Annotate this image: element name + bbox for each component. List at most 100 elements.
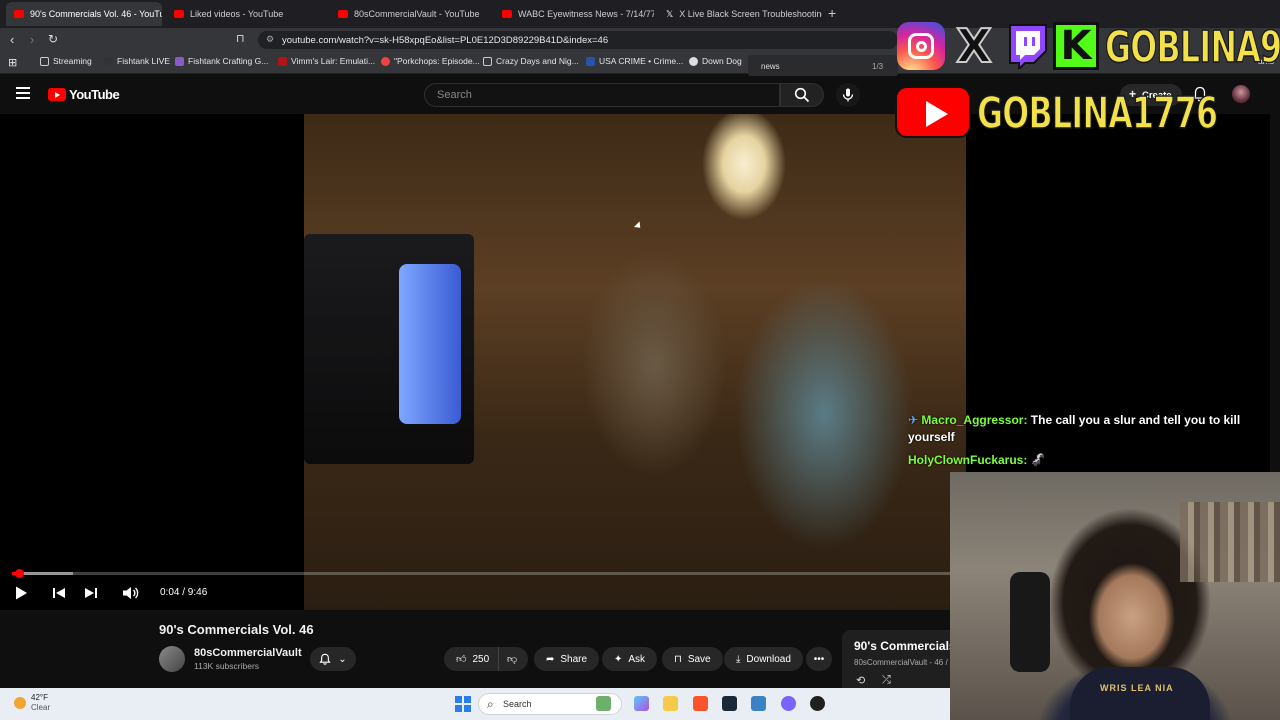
search-button[interactable]	[780, 83, 824, 107]
search-input[interactable]: Search	[424, 83, 780, 107]
reload-icon[interactable]: ↻	[48, 32, 58, 46]
bookmark-vimms-lair[interactable]: Vimm's Lair: Emulati...	[278, 56, 375, 66]
chat-message: ✈ Macro_Aggressor: The call you a slur a…	[908, 412, 1253, 446]
steam-icon[interactable]	[722, 696, 737, 711]
shirt-text: WRIS LEA NIA	[1100, 683, 1174, 693]
ask-label: Ask	[628, 653, 646, 665]
find-in-page-bar[interactable]: news 1/3	[748, 55, 898, 77]
bookmark-icon[interactable]: ⊓	[236, 32, 245, 45]
search-highlight-icon	[596, 696, 611, 711]
youtube-favicon-icon	[14, 10, 24, 18]
temperature: 42°F	[31, 693, 48, 702]
like-button[interactable]: 👍︎ 250	[444, 647, 498, 671]
x-favicon-icon: 𝕏	[666, 8, 674, 19]
share-button[interactable]: ➦ Share	[534, 647, 600, 671]
next-icon	[85, 588, 97, 598]
scrubber-handle[interactable]	[14, 569, 24, 578]
weather-sun-icon	[14, 697, 26, 709]
copilot-icon[interactable]	[634, 696, 649, 711]
video-title: 90's Commercials Vol. 46	[159, 622, 314, 637]
download-button[interactable]: ⤓ Download	[724, 647, 803, 671]
fishtank-icon	[104, 56, 113, 66]
new-tab-button[interactable]: +	[828, 5, 836, 21]
site-icon	[175, 56, 184, 66]
subscription-bell-button[interactable]: ⌄	[310, 647, 356, 671]
next-button[interactable]	[84, 585, 98, 605]
voice-search-button[interactable]	[836, 83, 860, 107]
url-field[interactable]: ⚙ youtube.com/watch?v=sk-H58xpqEo&list=P…	[258, 31, 898, 49]
instagram-icon	[897, 22, 945, 70]
progress-bar[interactable]	[12, 569, 950, 578]
apps-grid-icon[interactable]: ⊞	[8, 56, 17, 69]
weather-text: 42°F Clear	[31, 693, 50, 713]
ask-button[interactable]: ✦ Ask	[602, 647, 658, 671]
youtube-logo[interactable]: YouTube	[48, 87, 120, 102]
download-label: Download	[746, 653, 791, 665]
site-icon	[689, 56, 698, 66]
tab-80s-commercial-vault[interactable]: 80sCommercialVault - YouTube	[330, 2, 490, 26]
bookmark-crazy-days[interactable]: Crazy Days and Nig...	[483, 56, 579, 66]
site-icon	[586, 56, 595, 66]
volume-button[interactable]	[122, 585, 140, 605]
obs-icon[interactable]	[810, 696, 825, 711]
tab-90s-commercials[interactable]: 90's Commercials Vol. 46 - YouTu ✕	[6, 2, 162, 26]
twitch-icon	[1003, 22, 1049, 70]
stream-chat-overlay: ✈ Macro_Aggressor: The call you a slur a…	[908, 412, 1253, 469]
brave-browser-icon[interactable]	[693, 696, 708, 711]
bookmark-streaming[interactable]: Streaming	[40, 56, 92, 66]
discord-icon[interactable]	[781, 696, 796, 711]
forward-icon[interactable]: ›	[30, 32, 34, 47]
tab-label: 80sCommercialVault - YouTube	[354, 9, 480, 19]
search-icon	[794, 87, 810, 103]
tab-x-live[interactable]: 𝕏 X Live Black Screen Troubleshooting	[658, 2, 822, 26]
site-icon	[381, 56, 390, 66]
file-explorer-icon[interactable]	[663, 696, 678, 711]
chevron-down-icon: ⌄	[338, 653, 347, 665]
tab-wabc-news[interactable]: WABC Eyewitness News - 7/14/77 - Y	[494, 2, 654, 26]
tab-label: Liked videos - YouTube	[190, 9, 284, 19]
playlist-subtitle: 80sCommercialVault - 46 /	[854, 658, 948, 667]
site-info-icon[interactable]: ⚙	[266, 34, 274, 45]
shuffle-icon[interactable]: ⤮	[882, 674, 891, 687]
previous-button[interactable]	[52, 585, 66, 605]
previous-icon	[53, 588, 65, 598]
like-count: 250	[472, 653, 490, 665]
webcam-feed: WRIS LEA NIA	[950, 472, 1280, 720]
subscriber-count: 113K subscribers	[194, 661, 260, 671]
bookmark-porkchops[interactable]: "Porkchops: Episode...	[381, 56, 480, 66]
more-icon: •••	[813, 653, 825, 665]
url-text: youtube.com/watch?v=sk-H58xpqEo&list=PL0…	[282, 34, 609, 46]
chat-username: HolyClownFuckarus:	[908, 453, 1028, 467]
find-query: news	[761, 62, 780, 71]
loop-icon[interactable]: ⟲	[856, 674, 865, 687]
tab-liked-videos[interactable]: Liked videos - YouTube	[166, 2, 326, 26]
menu-icon[interactable]	[16, 87, 30, 99]
site-icon	[278, 56, 287, 66]
more-actions-button[interactable]: •••	[806, 647, 832, 671]
youtube-favicon-icon	[502, 10, 512, 18]
bookmark-fishtank-live[interactable]: Fishtank LIVE	[104, 56, 170, 66]
chat-username: Macro_Aggressor:	[921, 413, 1028, 427]
volume-icon	[123, 587, 139, 599]
tv-screen-glow	[399, 264, 461, 424]
back-icon[interactable]: ‹	[10, 32, 14, 47]
weather-widget[interactable]: 42°F Clear	[14, 693, 50, 713]
playlist-panel[interactable]: 90's Commercials 80sCommercialVault - 46…	[842, 630, 950, 690]
youtube-play-icon	[48, 88, 66, 101]
bookmark-usa-crime[interactable]: USA CRIME • Crime...	[586, 56, 683, 66]
youtube-favicon-icon	[174, 10, 184, 18]
save-button[interactable]: ⊓ Save	[662, 647, 723, 671]
bookmark-down-dog[interactable]: Down Dog	[689, 56, 742, 66]
windows-start-icon[interactable]	[455, 696, 471, 712]
playlist-title: 90's Commercials	[854, 639, 950, 653]
stream-social-overlay: X K GOBLINA911 GOBLINA1776	[893, 16, 1280, 140]
bookmark-fishtank-crafting[interactable]: Fishtank Crafting G...	[175, 56, 268, 66]
notepad-icon[interactable]	[751, 696, 766, 711]
share-icon: ➦	[546, 653, 555, 665]
youtube-logo-icon	[895, 86, 971, 138]
dislike-button[interactable]: 👎︎	[498, 647, 528, 671]
play-button[interactable]	[14, 585, 28, 605]
channel-name[interactable]: 80sCommercialVault	[194, 647, 302, 659]
chat-message: HolyClownFuckarus: 🦨	[908, 452, 1253, 469]
channel-avatar[interactable]	[159, 646, 185, 672]
